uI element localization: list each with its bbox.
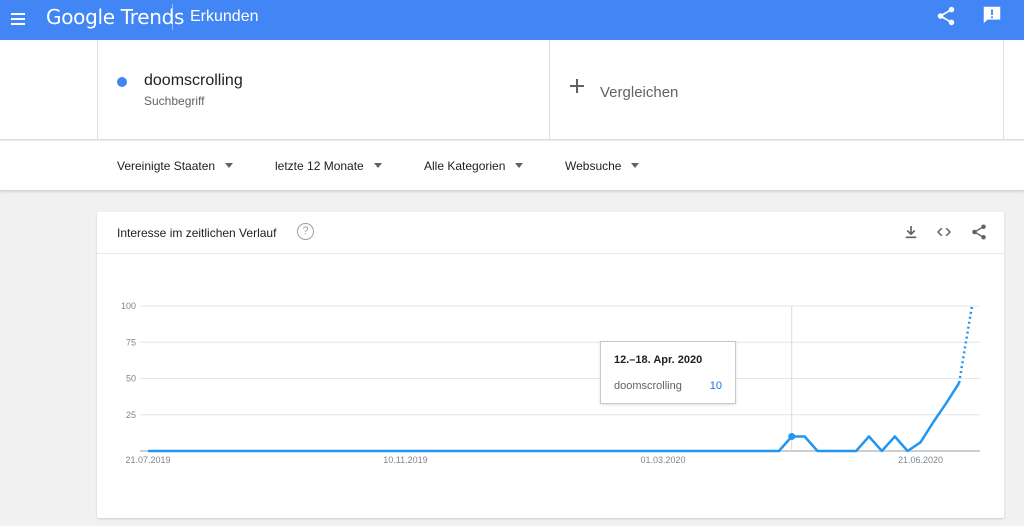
y-tick-label: 100 [121,301,136,311]
x-tick-label: 10.11.2019 [383,455,427,465]
tooltip-term: doomscrolling [614,380,682,392]
series-line-partial [957,305,974,384]
x-tick-label: 21.07.2019 [125,455,170,465]
chart-tooltip: 12.–18. Apr. 2020 doomscrolling 10 [600,341,736,404]
y-tick-label: 75 [126,337,136,347]
x-tick-label: 01.03.2020 [640,455,685,465]
tooltip-date: 12.–18. Apr. 2020 [614,354,703,366]
interest-chart[interactable]: 25 50 75 100 21.07.2019 10.11.2019 01.03.2020 2… [0,0,1024,526]
highlight-point [788,433,796,440]
y-tick-label: 25 [126,410,136,420]
y-tick-label: 50 [126,374,136,384]
series-line-doomscrolling [148,382,961,453]
x-tick-label: 21.06.2020 [898,455,943,465]
tooltip-value: 10 [709,380,722,392]
